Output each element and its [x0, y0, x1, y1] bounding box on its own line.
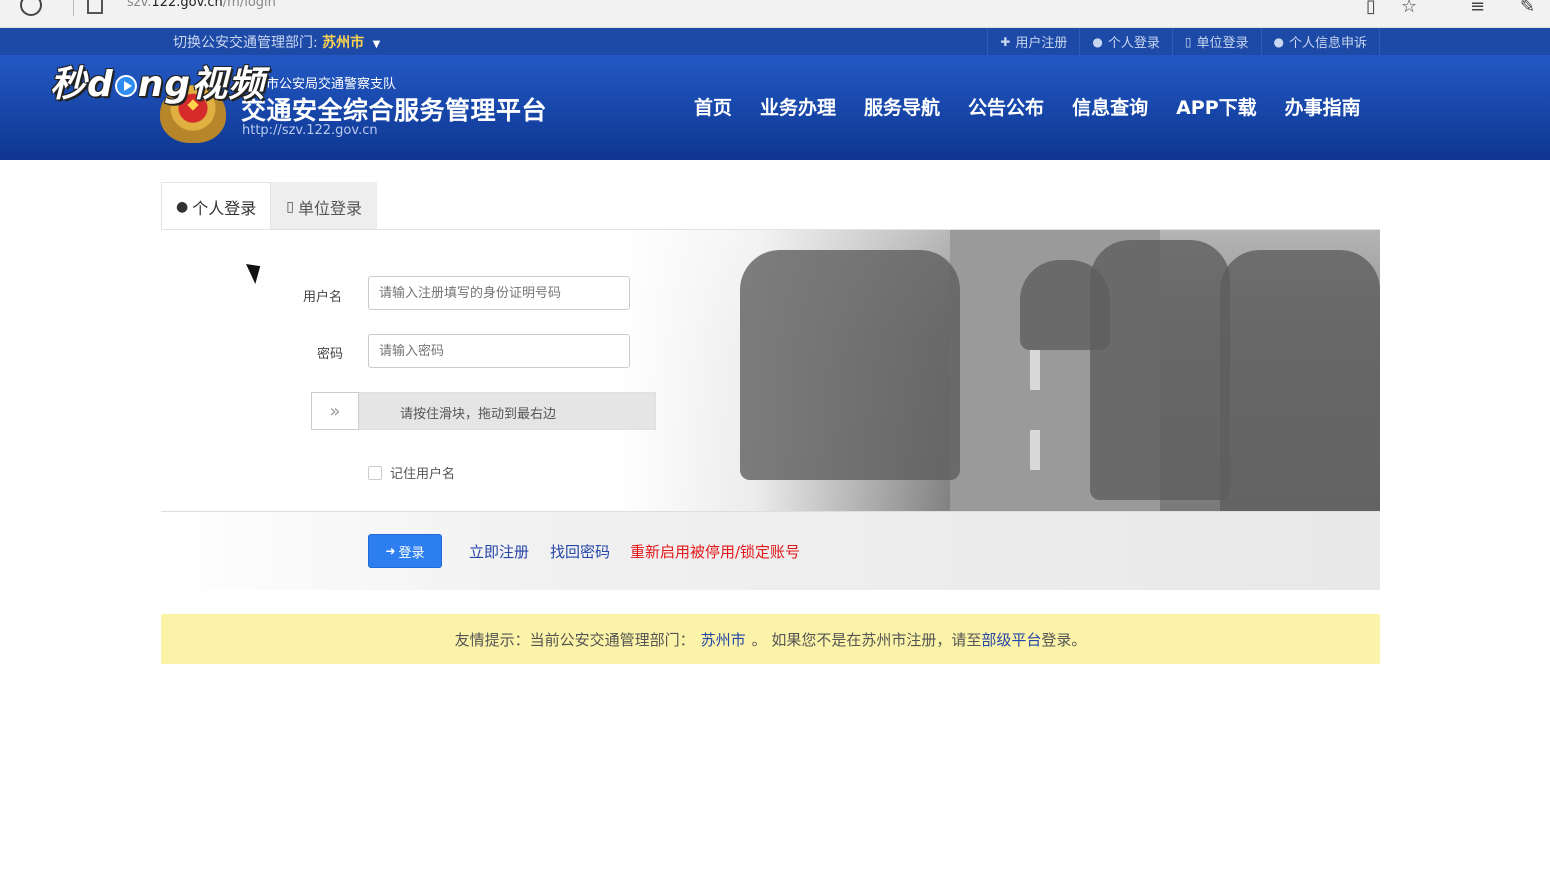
plus-icon: ✚: [1000, 34, 1011, 49]
nav-guide[interactable]: 办事指南: [1271, 93, 1375, 120]
register-link-label: 用户注册: [1015, 36, 1068, 51]
password-label: 密码: [317, 347, 344, 362]
unit-login-link[interactable]: ▯ 单位登录: [1171, 28, 1261, 55]
site-header: 市公安局交通警察支队 交通安全综合服务管理平台 http://szv.122.g…: [0, 55, 1550, 160]
nav-home[interactable]: 首页: [680, 93, 746, 120]
unit-login-label: 单位登录: [1196, 36, 1249, 51]
reload-icon[interactable]: [20, 0, 42, 16]
register-link[interactable]: ✚ 用户注册: [987, 28, 1079, 55]
utility-links: ✚ 用户注册 ● 个人登录 ▯ 单位登录 ● 个人信息申诉: [987, 28, 1380, 55]
watermark-text-b: ng视频: [137, 64, 266, 105]
building-icon: ▯: [286, 198, 294, 215]
nav-service-guide[interactable]: 服务导航: [850, 93, 954, 120]
hub-menu-icon[interactable]: ≡: [1470, 0, 1485, 17]
tab-unit-label: 单位登录: [297, 198, 362, 218]
favorite-star-icon[interactable]: ☆: [1401, 0, 1417, 17]
notice-suffix: 登录。: [1041, 630, 1087, 649]
user-icon: ●: [1273, 34, 1284, 49]
user-icon: ●: [1092, 34, 1103, 49]
recover-password-link[interactable]: 找回密码: [550, 541, 610, 562]
slider-hint: 请按住滑块，拖动到最右边: [400, 407, 557, 422]
watermark-text-a: 秒d: [50, 64, 114, 105]
lock-icon: [87, 0, 103, 14]
login-button-label: 登录: [398, 545, 425, 561]
video-watermark-logo: 秒d ng视频: [50, 55, 265, 107]
personal-login-label: 个人登录: [1107, 36, 1160, 51]
address-bar[interactable]: szv.122.gov.cn/m/login: [127, 0, 276, 10]
nav-info-query[interactable]: 信息查询: [1058, 93, 1162, 120]
notice-city: 苏州市: [700, 630, 746, 649]
remember-checkbox[interactable]: [368, 465, 382, 480]
building-icon: ▯: [1184, 34, 1192, 49]
reactivate-account-link[interactable]: 重新启用被停用/锁定账号: [630, 541, 800, 562]
department-city[interactable]: 苏州市: [322, 35, 364, 51]
caret-down-icon[interactable]: ▼: [373, 39, 381, 50]
username-label: 用户名: [303, 290, 343, 305]
url-path: /m/login: [222, 0, 276, 10]
browser-toolbar: szv.122.gov.cn/m/login ▯ ☆ ≡ ✎: [0, 0, 1550, 28]
ministry-platform-link[interactable]: 部级平台: [981, 629, 1041, 650]
car-left: [740, 250, 960, 480]
utility-bar: 切换公安交通管理部门: 苏州市 ▼ ✚ 用户注册 ● 个人登录 ▯ 单位登录 ● 个人信…: [0, 28, 1550, 55]
login-tabs: ● 个人登录 ▯ 单位登录: [161, 182, 377, 230]
personal-login-link[interactable]: ● 个人登录: [1079, 28, 1172, 55]
url-prefix: szv.: [127, 0, 152, 10]
sign-in-icon: ➜: [385, 544, 396, 558]
site-title[interactable]: 交通安全综合服务管理平台: [241, 91, 547, 127]
lane-marking: [1030, 350, 1040, 390]
toolbar-divider: [73, 0, 74, 16]
password-input[interactable]: [368, 334, 630, 368]
web-note-icon[interactable]: ✎: [1520, 0, 1535, 17]
notice-prefix: 友情提示：当前公安交通管理部门：: [454, 630, 695, 649]
traffic-background-image: [620, 230, 1380, 520]
main-nav: 首页 业务办理 服务导航 公告公布 信息查询 APP下载 办事指南: [680, 93, 1375, 120]
url-host: 122.gov.cn: [151, 0, 223, 10]
friendly-notice: 友情提示：当前公安交通管理部门： 苏州市 。 如果您不是在苏州市注册，请至 部级…: [161, 614, 1380, 664]
nav-business[interactable]: 业务办理: [746, 93, 850, 120]
login-panel: 用户名 密码 » 请按住滑块，拖动到最右边 记住用户名 ➜ 登录 立即注册 找回…: [161, 229, 1380, 590]
slider-handle[interactable]: »: [311, 392, 359, 430]
car-right: [1220, 250, 1380, 520]
notice-middle: 。 如果您不是在苏州市注册，请至: [751, 630, 982, 649]
department-label: 切换公安交通管理部门:: [173, 35, 318, 51]
tab-personal-login[interactable]: ● 个人登录: [161, 182, 272, 230]
remember-username[interactable]: 记住用户名: [368, 463, 455, 482]
user-icon: ●: [176, 198, 189, 215]
organization-name: 市公安局交通警察支队: [266, 77, 397, 92]
remember-label: 记住用户名: [390, 467, 456, 482]
nav-announcements[interactable]: 公告公布: [954, 93, 1058, 120]
tab-unit-login[interactable]: ▯ 单位登录: [271, 182, 377, 230]
info-appeal-label: 个人信息申诉: [1288, 36, 1367, 51]
site-url: http://szv.122.gov.cn: [242, 123, 378, 138]
nav-app-download[interactable]: APP下载: [1162, 93, 1271, 120]
register-now-link[interactable]: 立即注册: [469, 541, 529, 562]
login-button[interactable]: ➜ 登录: [368, 534, 442, 568]
tab-personal-label: 个人登录: [192, 198, 257, 218]
slide-captcha[interactable]: » 请按住滑块，拖动到最右边: [311, 392, 656, 430]
username-input[interactable]: [368, 276, 630, 310]
play-icon: [114, 75, 137, 97]
department-switcher[interactable]: 切换公安交通管理部门: 苏州市 ▼: [173, 32, 380, 52]
car-middle: [1090, 240, 1230, 500]
lane-marking: [1030, 430, 1040, 470]
reading-view-icon[interactable]: ▯: [1366, 0, 1376, 17]
info-appeal-link[interactable]: ● 个人信息申诉: [1260, 28, 1380, 55]
